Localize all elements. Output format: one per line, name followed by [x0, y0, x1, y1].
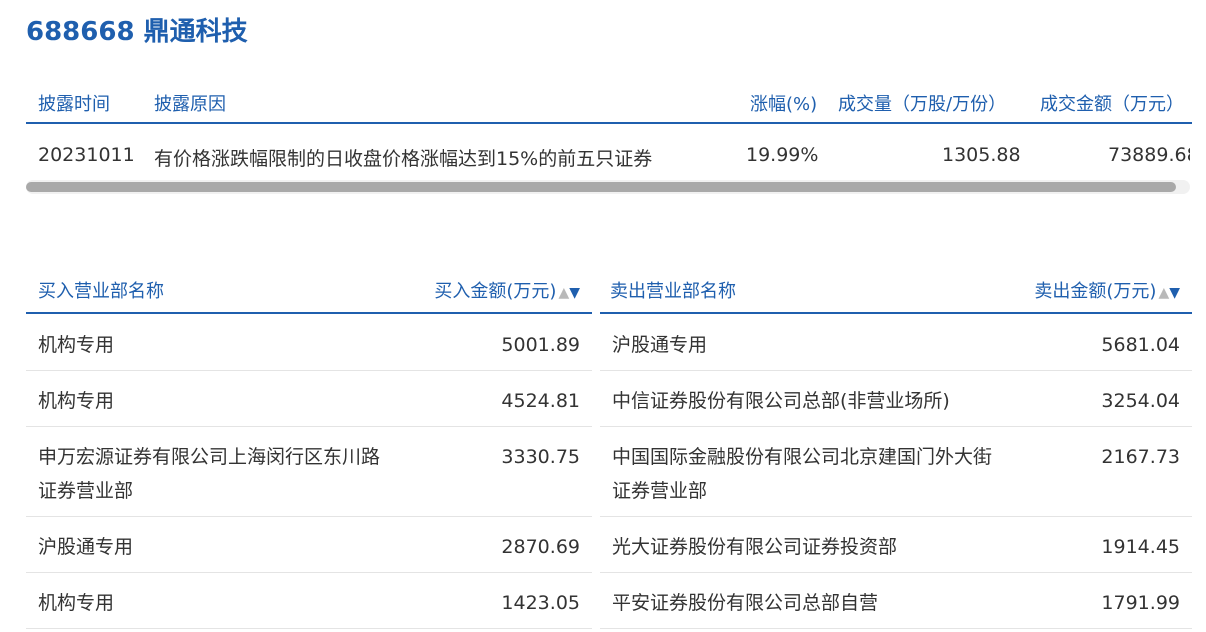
sort-asc-icon[interactable]: ▲	[558, 285, 569, 301]
sort-desc-icon[interactable]: ▼	[1169, 285, 1180, 301]
header-volume: 成交量（万股/万份）	[838, 94, 1007, 115]
branch-name: 沪股通专用	[38, 536, 134, 558]
trade-amount: 1791.99	[1101, 592, 1180, 614]
sort-asc-icon[interactable]: ▲	[1158, 285, 1169, 301]
volume-cell: 1305.88	[942, 144, 1021, 166]
header-divider	[26, 122, 1192, 124]
row-divider	[26, 628, 592, 629]
trade-amount: 5681.04	[1101, 334, 1180, 356]
header-change: 涨幅(%)	[750, 94, 818, 115]
header-disclosure-reason: 披露原因	[154, 94, 226, 115]
trade-amount: 1914.45	[1101, 536, 1180, 558]
table-row: 机构专用 1423.05	[26, 572, 592, 628]
table-row: 平安证券股份有限公司总部自营 1791.99	[600, 572, 1192, 628]
table-row: 光大证券股份有限公司证券投资部 1914.45	[600, 516, 1192, 572]
trade-amount: 1423.05	[501, 592, 580, 614]
header-amount: 成交金额（万元）	[1040, 94, 1184, 115]
trade-amount: 3330.75	[501, 446, 580, 468]
scrollbar-thumb[interactable]	[26, 182, 1176, 192]
table-row: 沪股通专用 2870.69	[26, 516, 592, 572]
table-row: 沪股通专用 5681.04	[600, 314, 1192, 370]
table-row: 申万宏源证券有限公司上海闵行区东川路证券营业部 3330.75	[26, 426, 592, 516]
table-row: 机构专用 4524.81	[26, 370, 592, 426]
header-sell-amount-label[interactable]: 卖出金额(万元)	[1034, 281, 1156, 302]
header-buy-branch: 买入营业部名称	[38, 281, 164, 302]
branch-name: 沪股通专用	[612, 334, 708, 356]
trade-amount: 5001.89	[501, 334, 580, 356]
trade-amount: 4524.81	[501, 390, 580, 412]
horizontal-scrollbar[interactable]	[26, 180, 1190, 194]
trade-amount: 3254.04	[1101, 390, 1180, 412]
table-row: 中国国际金融股份有限公司北京建国门外大街证券营业部 2167.73	[600, 426, 1192, 516]
trade-amount: 2167.73	[1101, 446, 1180, 468]
branch-name: 中国国际金融股份有限公司北京建国门外大街证券营业部	[612, 446, 993, 502]
header-disclosure-time: 披露时间	[38, 94, 110, 115]
row-divider	[600, 628, 1192, 629]
amount-cell: 73889.68	[1108, 144, 1190, 166]
branch-name: 平安证券股份有限公司总部自营	[612, 592, 879, 614]
branch-name: 机构专用	[38, 334, 115, 356]
branch-name: 中信证券股份有限公司总部(非营业场所)	[612, 390, 950, 412]
change-cell: 19.99%	[746, 144, 819, 166]
table-row: 机构专用 5001.89	[26, 314, 592, 370]
trade-amount: 2870.69	[501, 536, 580, 558]
header-sell-amount[interactable]: 卖出金额(万元) ▲▼	[1034, 272, 1180, 312]
header-sell-branch: 卖出营业部名称	[610, 281, 736, 302]
disclosure-reason-cell: 有价格涨跌幅限制的日收盘价格涨幅达到15%的前五只证券	[154, 148, 653, 170]
branch-name: 机构专用	[38, 390, 115, 412]
branch-name: 机构专用	[38, 592, 115, 614]
header-buy-amount[interactable]: 买入金额(万元) ▲▼	[434, 272, 580, 312]
disclosure-time-cell: 20231011	[38, 144, 135, 166]
branch-name: 光大证券股份有限公司证券投资部	[612, 536, 898, 558]
branch-name: 申万宏源证券有限公司上海闵行区东川路证券营业部	[38, 446, 381, 502]
sort-desc-icon[interactable]: ▼	[569, 285, 580, 301]
page-title: 688668 鼎通科技	[26, 17, 248, 47]
table-row: 中信证券股份有限公司总部(非营业场所) 3254.04	[600, 370, 1192, 426]
header-buy-amount-label[interactable]: 买入金额(万元)	[434, 281, 556, 302]
